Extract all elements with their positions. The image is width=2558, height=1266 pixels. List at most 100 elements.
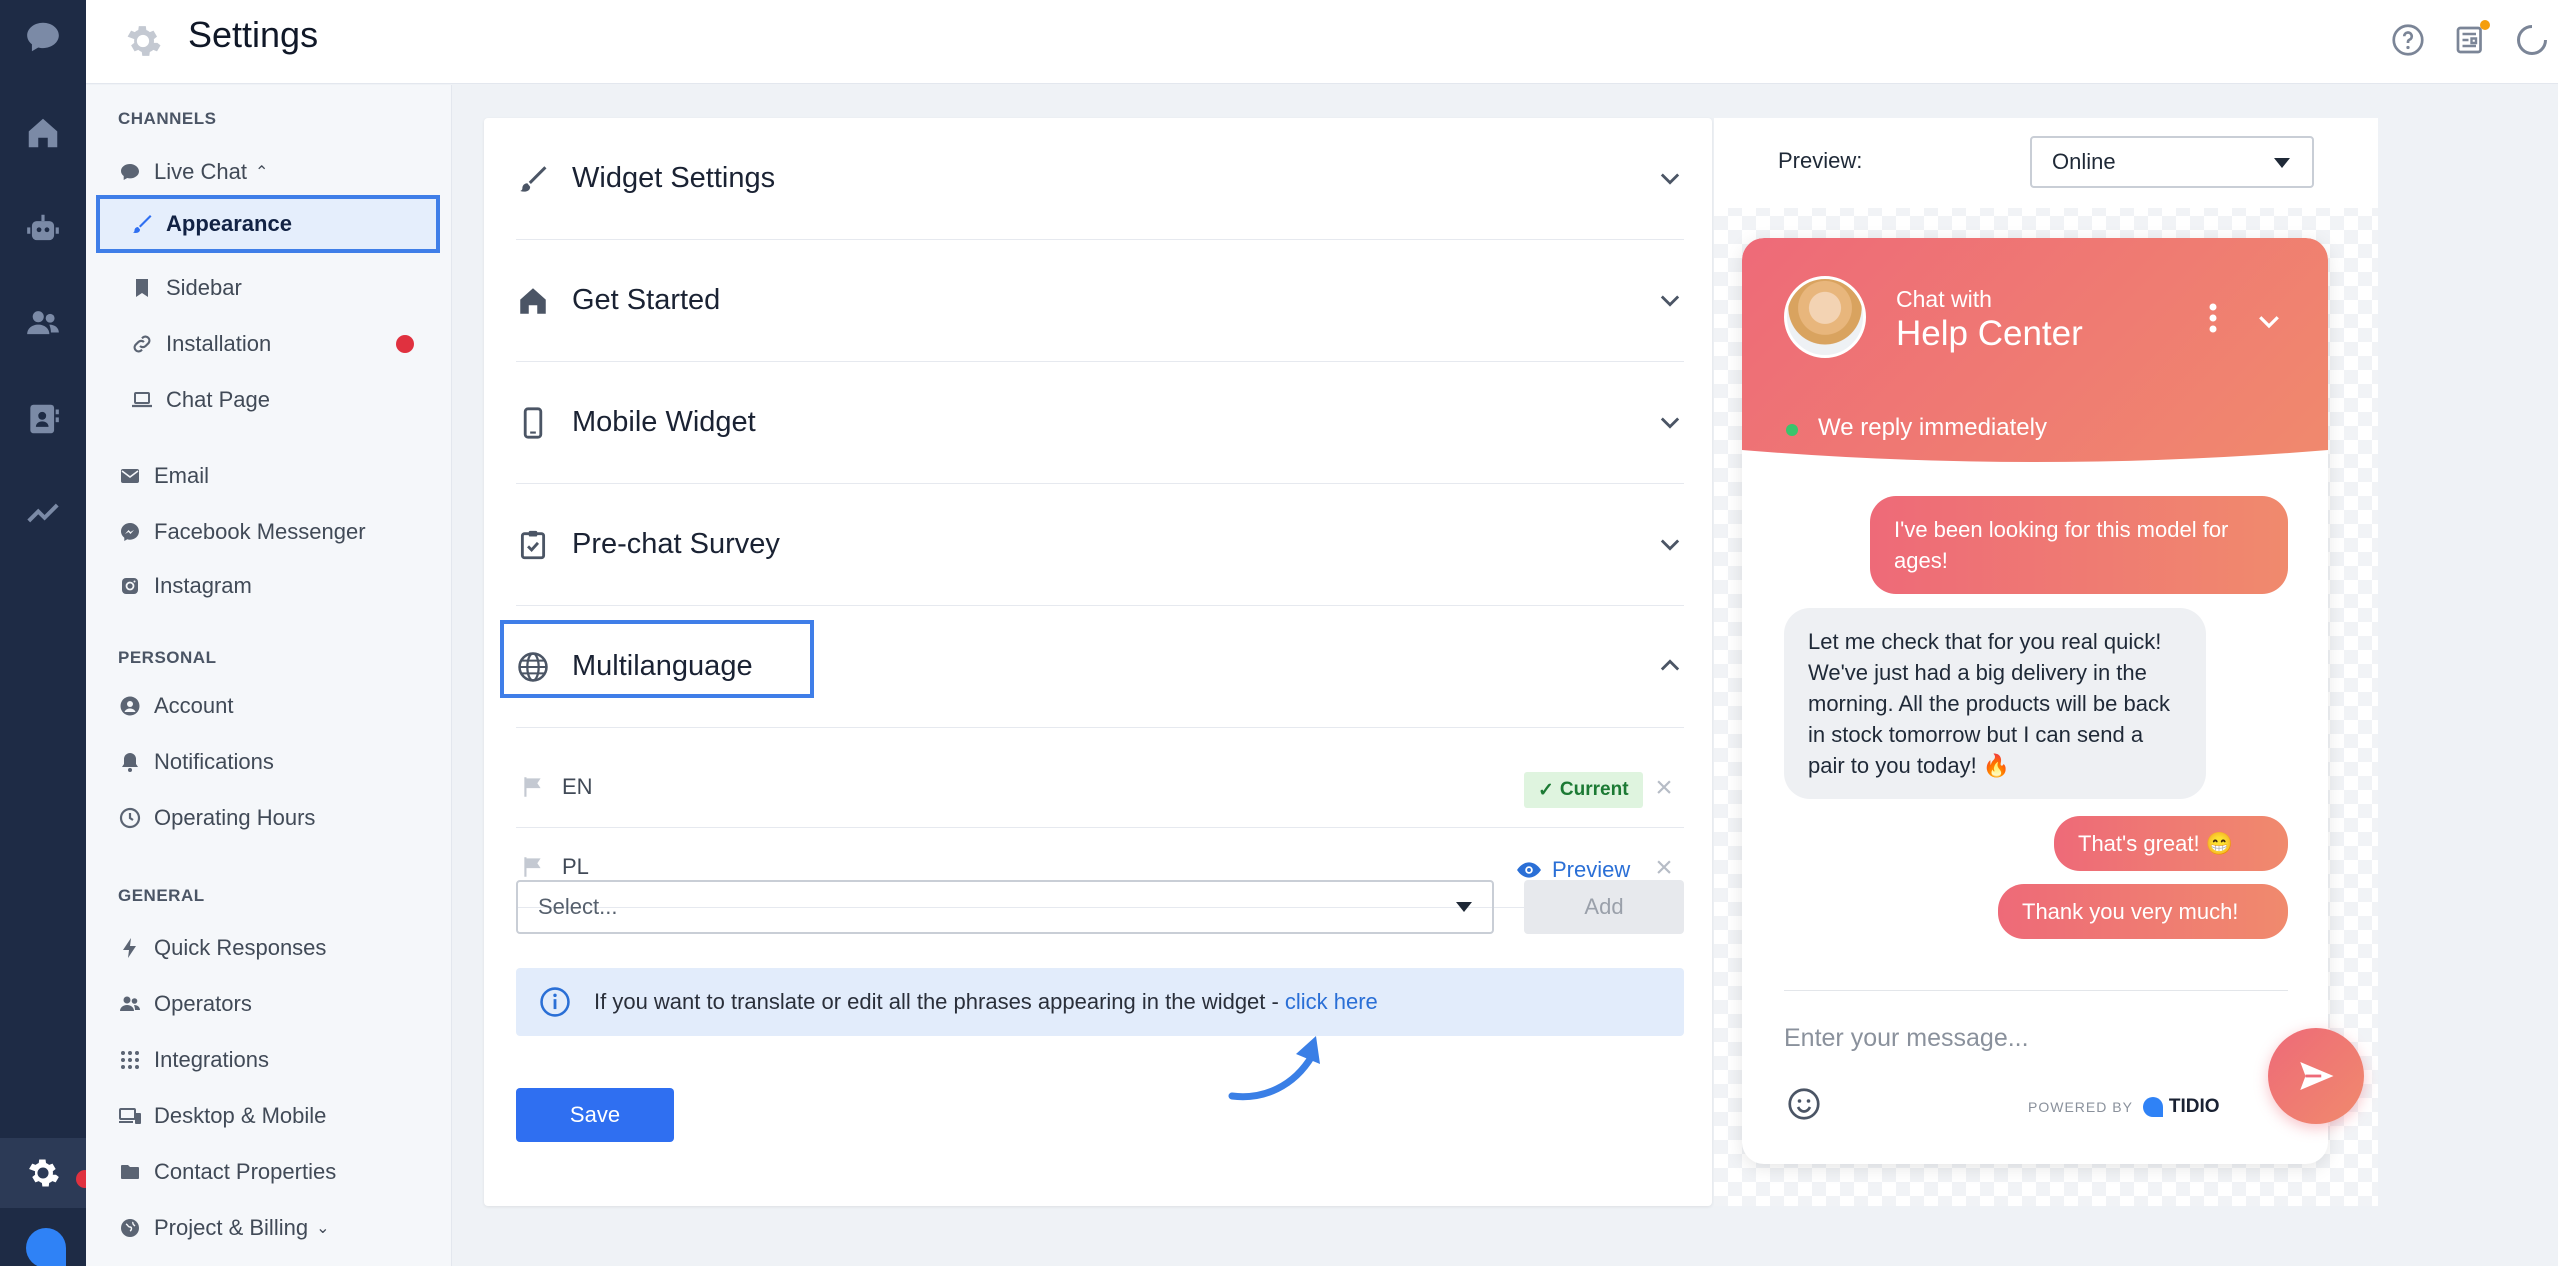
loading-icon	[2514, 22, 2550, 58]
sidebar-item-integrations[interactable]: Integrations	[118, 1035, 269, 1085]
sidebar-item-email[interactable]: Email	[118, 451, 209, 501]
widget-subtitle: Chat with	[1896, 286, 1992, 312]
panel-mobile-widget[interactable]: Mobile Widget	[516, 362, 1684, 484]
sidebar-item-chat-page[interactable]: Chat Page	[130, 375, 270, 425]
chevron-down-icon	[1660, 417, 1680, 429]
brush-icon	[133, 215, 152, 233]
visitors-icon[interactable]	[0, 288, 86, 358]
panel-widget-settings[interactable]: Widget Settings	[516, 118, 1684, 240]
language-code: PL	[562, 854, 589, 879]
link-icon	[133, 335, 151, 353]
operator-message: Let me check that for you real quick! We…	[1784, 608, 2206, 799]
sidebar-item-label: Sidebar	[166, 275, 242, 300]
installation-alert-dot	[396, 335, 414, 353]
sidebar-item-quick-responses[interactable]: Quick Responses	[118, 923, 326, 973]
add-language-button[interactable]: Add	[1524, 880, 1684, 934]
sidebar-item-label: Desktop & Mobile	[154, 1103, 327, 1128]
composer-divider	[1784, 990, 2288, 991]
conversations-icon[interactable]	[0, 2, 86, 72]
sidebar-item-label: Email	[154, 463, 210, 488]
dropdown-arrow-icon	[1456, 902, 1472, 912]
translation-info-banner: If you want to translate or edit all the…	[516, 968, 1684, 1036]
home-icon[interactable]	[0, 98, 86, 168]
tidio-brand: TIDIO	[2142, 1096, 2220, 1118]
analytics-icon[interactable]	[0, 478, 86, 548]
bot-icon[interactable]	[0, 194, 86, 264]
emoji-icon[interactable]	[1786, 1086, 1822, 1122]
message-input[interactable]: Enter your message...	[1784, 1024, 2029, 1053]
widget-header: Chat with Help Center We reply immediate…	[1742, 238, 2328, 490]
section-heading-personal: PERSONAL	[118, 648, 217, 667]
minimize-chevron-icon[interactable]	[2254, 306, 2284, 336]
send-message-button[interactable]	[2268, 1028, 2364, 1124]
language-code: EN	[562, 774, 593, 799]
sidebar-item-facebook-messenger[interactable]: Facebook Messenger	[118, 507, 366, 557]
dropdown-arrow-icon	[2274, 158, 2290, 168]
panel-title: Widget Settings	[572, 162, 776, 194]
sidebar-item-account[interactable]: Account	[118, 681, 234, 731]
sidebar-item-label: Installation	[166, 331, 272, 356]
preview-mode-select[interactable]: Online	[2030, 136, 2314, 188]
online-status-dot	[1786, 424, 1798, 436]
chevron-up-icon: ⌃	[254, 164, 269, 181]
visitor-message: I've been looking for this model for age…	[1870, 496, 2288, 594]
tidio-logo	[26, 1228, 66, 1266]
icon-rail	[0, 0, 94, 1266]
sidebar-item-operating-hours[interactable]: Operating Hours	[118, 793, 315, 843]
widget-title: Help Center	[1896, 314, 2083, 353]
reply-status-text: We reply immediately	[1818, 414, 2047, 441]
sidebar-item-live-chat[interactable]: Live Chat ⌃	[118, 147, 268, 197]
sidebar-item-desktop-mobile[interactable]: Desktop & Mobile	[118, 1091, 326, 1141]
gear-icon	[127, 26, 161, 56]
powered-by-label: POWERED BY	[2028, 1099, 2133, 1115]
panel-title: Get Started	[572, 284, 721, 316]
sidebar-item-contact-properties[interactable]: Contact Properties	[118, 1147, 336, 1197]
bookmark-icon	[136, 279, 148, 297]
more-options-icon[interactable]	[2208, 302, 2218, 334]
sidebar-item-label: Instagram	[154, 573, 252, 598]
info-icon	[540, 987, 570, 1017]
chevron-down-icon	[1660, 173, 1680, 185]
bell-icon	[122, 753, 138, 772]
chat-widget-preview: Chat with Help Center We reply immediate…	[1742, 238, 2328, 1164]
visitor-message: Thank you very much!	[1998, 884, 2288, 939]
grid-icon	[121, 1051, 139, 1069]
section-heading-channels: CHANNELS	[118, 109, 217, 128]
clock-icon	[119, 807, 141, 829]
panel-get-started[interactable]: Get Started	[516, 240, 1684, 362]
sidebar-item-appearance[interactable]: Appearance	[96, 195, 440, 253]
sidebar-item-label: Contact Properties	[154, 1159, 337, 1184]
language-select[interactable]: Select...	[516, 880, 1494, 934]
contacts-icon[interactable]	[0, 384, 86, 454]
tidio-logo-icon	[2142, 1097, 2163, 1117]
sidebar-item-sidebar[interactable]: Sidebar	[130, 263, 242, 313]
top-bar: Settings	[86, 0, 2558, 84]
sidebar-item-instagram[interactable]: Instagram	[118, 561, 252, 611]
sidebar-item-label: Live Chat	[154, 159, 247, 184]
preview-mode-value: Online	[2052, 149, 2116, 174]
chat-bubble-icon	[121, 164, 139, 180]
preview-label: Preview:	[1778, 148, 1863, 173]
panel-title: Mobile Widget	[572, 406, 756, 438]
sidebar-item-operators[interactable]: Operators	[118, 979, 252, 1029]
sidebar-item-project-billing[interactable]: Project & Billing ⌄	[118, 1203, 329, 1253]
save-button[interactable]: Save	[516, 1088, 674, 1142]
sidebar-item-label: Operating Hours	[154, 805, 316, 830]
settings-icon[interactable]	[0, 1138, 86, 1208]
header-wave	[1742, 450, 2328, 490]
visitor-message: That's great! 😁	[2054, 816, 2288, 871]
sidebar-item-notifications[interactable]: Notifications	[118, 737, 274, 787]
sidebar-item-label: Quick Responses	[154, 935, 327, 960]
devices-icon	[119, 1108, 141, 1124]
flag-icon	[524, 857, 541, 877]
remove-language-button[interactable]: ×	[1644, 768, 1684, 808]
mobile-icon	[523, 406, 543, 439]
settings-sidebar: CHANNELS Live Chat ⌃ Appearance Sidebar …	[86, 85, 452, 1266]
news-icon[interactable]	[2452, 20, 2490, 58]
current-language-badge: ✓ Current	[1524, 772, 1643, 808]
sidebar-item-installation[interactable]: Installation	[130, 319, 271, 369]
sidebar-item-label: Account	[154, 693, 234, 718]
help-icon[interactable]	[2390, 22, 2426, 58]
clipboard-check-icon	[520, 530, 546, 559]
panel-pre-chat-survey[interactable]: Pre-chat Survey	[516, 484, 1684, 606]
